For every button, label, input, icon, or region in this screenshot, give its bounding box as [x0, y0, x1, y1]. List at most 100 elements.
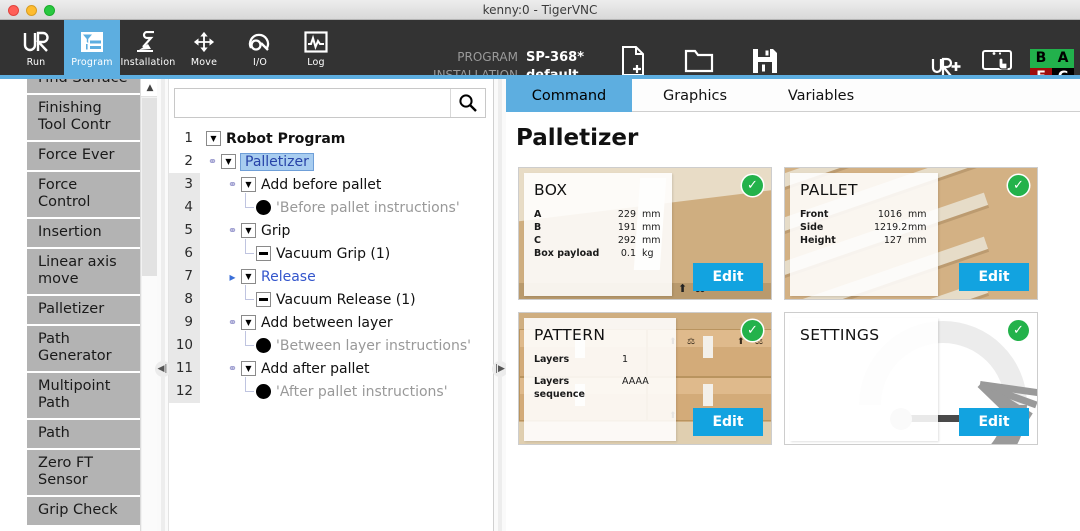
tab-graphics[interactable]: Graphics	[632, 79, 758, 112]
search-input[interactable]	[175, 89, 450, 117]
card-settings[interactable]: SETTINGS ✓ Edit	[784, 312, 1038, 445]
spec-row: A 229 mm	[534, 208, 672, 221]
tree-row[interactable]: 5 ⚭ ▼ Grip	[169, 219, 494, 242]
collapse-triangle-icon[interactable]: ▼	[241, 315, 256, 330]
spec-unit: mm	[908, 209, 927, 220]
nav-button-installation[interactable]: Installation	[120, 20, 176, 75]
tree-row[interactable]: 3 ⚭ ▼ Add before pallet	[169, 173, 494, 196]
nav-button-run[interactable]: Run	[8, 20, 64, 75]
collapse-triangle-icon[interactable]: ▼	[241, 177, 256, 192]
spec-row: Height 127 mm	[800, 234, 938, 247]
collapse-triangle-icon[interactable]: ▼	[206, 131, 221, 146]
status-check-icon: ✓	[1008, 320, 1029, 341]
nav-button-log[interactable]: Log	[288, 20, 344, 75]
tree-row[interactable]: 6 Vacuum Grip (1)	[169, 239, 494, 265]
right-splitter[interactable]: |▶	[492, 79, 508, 531]
tree-node-label: 'After pallet instructions'	[276, 383, 448, 400]
left-splitter-bar-bottom	[160, 377, 165, 531]
comment-bubble-icon[interactable]	[256, 384, 271, 399]
nav-button-program[interactable]: Program	[64, 20, 120, 75]
tree-row[interactable]: 4 'Before pallet instructions'	[169, 193, 494, 219]
palette-scroll-thumb[interactable]	[142, 98, 157, 276]
status-check-icon: ✓	[1008, 175, 1029, 196]
spec-value: 292	[617, 235, 636, 246]
card-pattern[interactable]: ⬆ ⚖ ⬆ ⚖ ⬆ PATTERN Layers 1 Layers sequen…	[518, 312, 772, 445]
nav-button-io[interactable]: I/O	[232, 20, 288, 75]
tree-row[interactable]: 10 'Between layer instructions'	[169, 331, 494, 357]
spec-key: Layers	[534, 354, 570, 365]
tree-row[interactable]: 1 ▼ Robot Program	[169, 127, 494, 150]
dash-node-icon[interactable]	[256, 292, 271, 307]
card-pallet-info: PALLET Front 1016 mm Side 1219.2 mm Heig…	[790, 173, 938, 296]
tree-row[interactable]: 2 ⚭ ▼ Palletizer	[169, 150, 494, 173]
spec-value: 0.1	[620, 248, 636, 259]
spec-key: B	[534, 222, 542, 233]
line-number: 5	[169, 219, 200, 242]
edit-pattern-button[interactable]: Edit	[693, 408, 763, 436]
dash-node-icon[interactable]	[256, 246, 271, 261]
palette-item-finishing-tool-control[interactable]: Finishing Tool Contr	[27, 95, 140, 140]
tree-node-label[interactable]: Release	[261, 269, 316, 285]
nav-label-io: I/O	[252, 56, 268, 68]
tree-row[interactable]: 9 ⚭ ▼ Add between layer	[169, 311, 494, 334]
card-pallet[interactable]: PALLET Front 1016 mm Side 1219.2 mm Heig…	[784, 167, 1038, 300]
chevron-up-icon[interactable]: ▲	[141, 79, 157, 97]
spec-unit: mm	[908, 222, 927, 233]
tab-variables[interactable]: Variables	[758, 79, 884, 112]
tree-row[interactable]: 8 Vacuum Release (1)	[169, 285, 494, 311]
spec-key: Box payload	[534, 248, 600, 259]
palette-item-insertion[interactable]: Insertion	[27, 219, 140, 247]
palette-item-zero-ft-sensor[interactable]: Zero FT Sensor	[27, 450, 140, 495]
palette-item-force-event[interactable]: Force Ever	[27, 142, 140, 170]
line-number: 7	[169, 265, 200, 288]
ur-logo-icon	[21, 28, 51, 56]
edit-settings-button[interactable]: Edit	[959, 408, 1029, 436]
program-icon	[77, 28, 107, 56]
collapse-triangle-icon[interactable]: ▼	[241, 361, 256, 376]
palette-item-find-surface[interactable]: Find Surface	[27, 79, 140, 93]
comment-bubble-icon[interactable]	[256, 338, 271, 353]
tree-node-label: Add before pallet	[261, 176, 382, 193]
collapse-triangle-icon[interactable]: ▼	[221, 154, 236, 169]
palette-item-path-generator[interactable]: Path Generator	[27, 326, 140, 371]
program-label: PROGRAM	[457, 49, 518, 64]
line-number: 4	[169, 196, 200, 219]
left-splitter[interactable]: ◀|	[154, 79, 171, 531]
log-waveform-icon	[301, 28, 331, 56]
collapse-triangle-icon[interactable]: ▼	[241, 223, 256, 238]
palette-item-force-control[interactable]: Force Control	[27, 172, 140, 217]
tree-node-label-selected[interactable]: Palletizer	[240, 152, 314, 171]
palette-item-grip-check[interactable]: Grip Check	[27, 497, 140, 525]
tree-elbow	[241, 331, 254, 357]
waypoint-pin-icon: ⚭	[227, 362, 238, 375]
tree-node-label: Add between layer	[261, 314, 393, 331]
tree-node-label: 'Between layer instructions'	[276, 337, 471, 354]
collapse-triangle-icon[interactable]: ▼	[241, 269, 256, 284]
tree-row[interactable]: 12 'After pallet instructions'	[169, 377, 494, 403]
program-name: SP-368*	[526, 49, 584, 65]
tree-node-label: Add after pallet	[261, 360, 370, 377]
palette-item-multipoint-path[interactable]: Multipoint Path	[27, 373, 140, 418]
palette-scrollbar[interactable]: ▲	[140, 79, 157, 531]
status-b: B	[1030, 48, 1052, 68]
edit-pallet-button[interactable]: Edit	[959, 263, 1029, 291]
tree-row[interactable]: 7 ▸ ▼ Release	[169, 265, 494, 288]
tab-command[interactable]: Command	[506, 79, 632, 112]
spec-value: 191	[617, 222, 636, 233]
palette-item-palletizer[interactable]: Palletizer	[27, 296, 140, 324]
spec-value: 229	[617, 209, 636, 220]
palette-item-path[interactable]: Path	[27, 420, 140, 448]
waypoint-pin-icon: ⚭	[227, 178, 238, 191]
spec-value: 1016	[877, 209, 902, 220]
tree-search-bar[interactable]	[174, 88, 486, 118]
waypoint-pin-icon: ⚭	[227, 224, 238, 237]
comment-bubble-icon[interactable]	[256, 200, 271, 215]
edit-box-button[interactable]: Edit	[693, 263, 763, 291]
tree-row[interactable]: 11 ⚭ ▼ Add after pallet	[169, 357, 494, 380]
palette-item-linear-axis-move[interactable]: Linear axis move	[27, 249, 140, 294]
nav-button-move[interactable]: Move	[176, 20, 232, 75]
local-control-icon	[980, 48, 1014, 74]
search-icon[interactable]	[451, 89, 485, 117]
card-box[interactable]: ⬆⚖ BOX A 229 mm B 191 mm C	[518, 167, 772, 300]
palette-scroll-track[interactable]	[142, 276, 157, 531]
